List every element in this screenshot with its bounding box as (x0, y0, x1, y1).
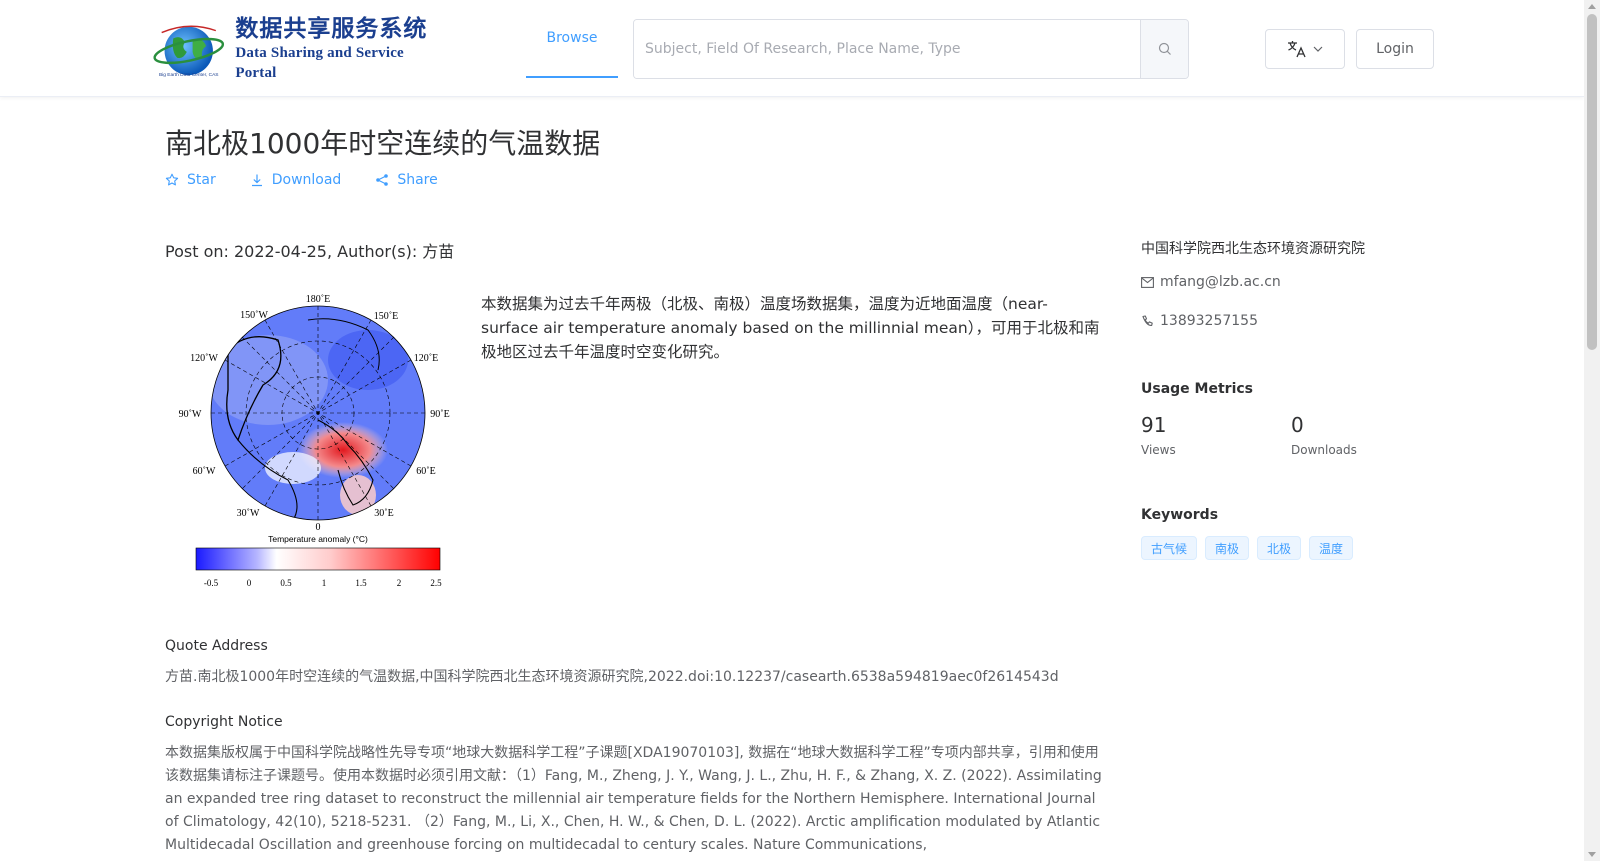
scroll-down-arrow-icon[interactable] (1588, 852, 1596, 857)
phone-text: 13893257155 (1160, 313, 1258, 329)
share-button[interactable]: Share (375, 172, 438, 188)
views-count: 91 (1141, 413, 1167, 437)
logo-small-en-text: Big Earth Data Center, CAS (159, 72, 219, 78)
quote-address-text: 方苗.南北极1000年时空连续的气温数据,中国科学院西北生态环境资源研究院,20… (165, 669, 1059, 685)
lon-label: 120˚E (414, 353, 438, 364)
dataset-description: 本数据集为过去千年两极（北极、南极）温度场数据集，温度为近地面温度（near-s… (481, 295, 1100, 361)
colorbar-tick: 1.5 (355, 578, 367, 588)
dataset-title: 南北极1000年时空连续的气温数据 (165, 127, 601, 160)
nav-browse-tab[interactable]: Browse (526, 0, 618, 78)
site-logo[interactable]: Big Earth Data Center, CAS 数据共享服务系统 Data… (152, 15, 442, 81)
share-label: Share (397, 172, 438, 188)
institution-name: 中国科学院西北生态环境资源研究院 (1141, 241, 1365, 257)
lon-label: 90˚W (179, 409, 202, 420)
downloads-count: 0 (1291, 413, 1304, 437)
logo-title-cn: 数据共享服务系统 (235, 15, 428, 42)
keyword-tag[interactable]: 南极 (1205, 536, 1250, 560)
colorbar-tick: 2 (397, 578, 402, 588)
scroll-thumb[interactable] (1587, 14, 1597, 350)
logo-title-en: Data Sharing and Service Portal (235, 45, 404, 81)
language-switch-button[interactable] (1265, 29, 1345, 69)
share-icon (376, 174, 389, 186)
login-button[interactable]: Login (1356, 29, 1434, 69)
globe-logo-icon: Big Earth Data Center, CAS (153, 25, 225, 78)
scroll-up-arrow-icon[interactable] (1588, 4, 1596, 9)
keyword-tags: 古气候 南极 北极 温度 (1141, 536, 1354, 560)
lon-label: 60˚W (193, 466, 216, 477)
top-header: Big Earth Data Center, CAS 数据共享服务系统 Data… (0, 0, 1584, 97)
star-label: Star (187, 172, 216, 188)
search-input[interactable] (634, 20, 1140, 78)
copyright-notice-text: 本数据集版权属于中国科学院战略性先导专项“地球大数据科学工程”子课题[XDA19… (165, 745, 1102, 853)
download-icon (251, 174, 262, 187)
download-button[interactable]: Download (250, 172, 342, 188)
lon-label: 30˚E (374, 508, 393, 519)
colorbar-tick: 0 (247, 578, 252, 588)
page-scrollbar[interactable] (1584, 0, 1600, 861)
contact-phone[interactable]: 13893257155 (1141, 313, 1258, 329)
lon-label: 90˚E (430, 409, 449, 420)
keyword-tag[interactable]: 古气候 (1141, 536, 1198, 560)
lon-label: 120˚W (190, 353, 218, 364)
views-label: Views (1141, 443, 1176, 457)
colorbar-title: Temperature anomaly (°C) (268, 534, 368, 544)
chevron-down-icon (1313, 46, 1323, 52)
polar-temperature-map-image: 180˚E 150˚W 150˚E 120˚W 120˚E 90˚W 90˚E … (179, 294, 450, 588)
lon-label: 0 (316, 522, 321, 533)
post-info: Post on: 2022-04-25, Author(s): 方苗 (165, 242, 455, 261)
quote-address-label: Quote Address (165, 638, 268, 654)
lon-label: 150˚E (374, 311, 398, 322)
translate-icon (1288, 41, 1306, 58)
email-text: mfang@lzb.ac.cn (1160, 274, 1281, 290)
colorbar-tick: 2.5 (430, 578, 442, 588)
star-button[interactable]: Star (165, 172, 216, 188)
star-icon (165, 173, 179, 186)
phone-icon (1142, 314, 1153, 326)
keyword-tag[interactable]: 北极 (1257, 536, 1302, 560)
usage-metrics-heading: Usage Metrics (1141, 381, 1253, 397)
search-bar (633, 19, 1189, 79)
search-icon (1158, 42, 1171, 55)
dataset-actions: Star Download Share (165, 172, 438, 188)
colorbar-tick: 1 (322, 578, 327, 588)
keywords-heading: Keywords (1141, 507, 1219, 523)
search-button[interactable] (1140, 20, 1188, 78)
copyright-notice-label: Copyright Notice (165, 714, 283, 730)
downloads-label: Downloads (1291, 443, 1357, 457)
mail-icon (1141, 276, 1154, 288)
contact-email[interactable]: mfang@lzb.ac.cn (1141, 274, 1281, 290)
lon-label: 60˚E (416, 466, 435, 477)
colorbar-tick: -0.5 (204, 578, 219, 588)
lon-label: 30˚W (237, 508, 260, 519)
download-label: Download (271, 172, 342, 188)
colorbar-tick: 0.5 (280, 578, 292, 588)
keyword-tag[interactable]: 温度 (1309, 536, 1354, 560)
lon-label: 180˚E (306, 294, 330, 305)
lon-label: 150˚W (240, 310, 268, 321)
